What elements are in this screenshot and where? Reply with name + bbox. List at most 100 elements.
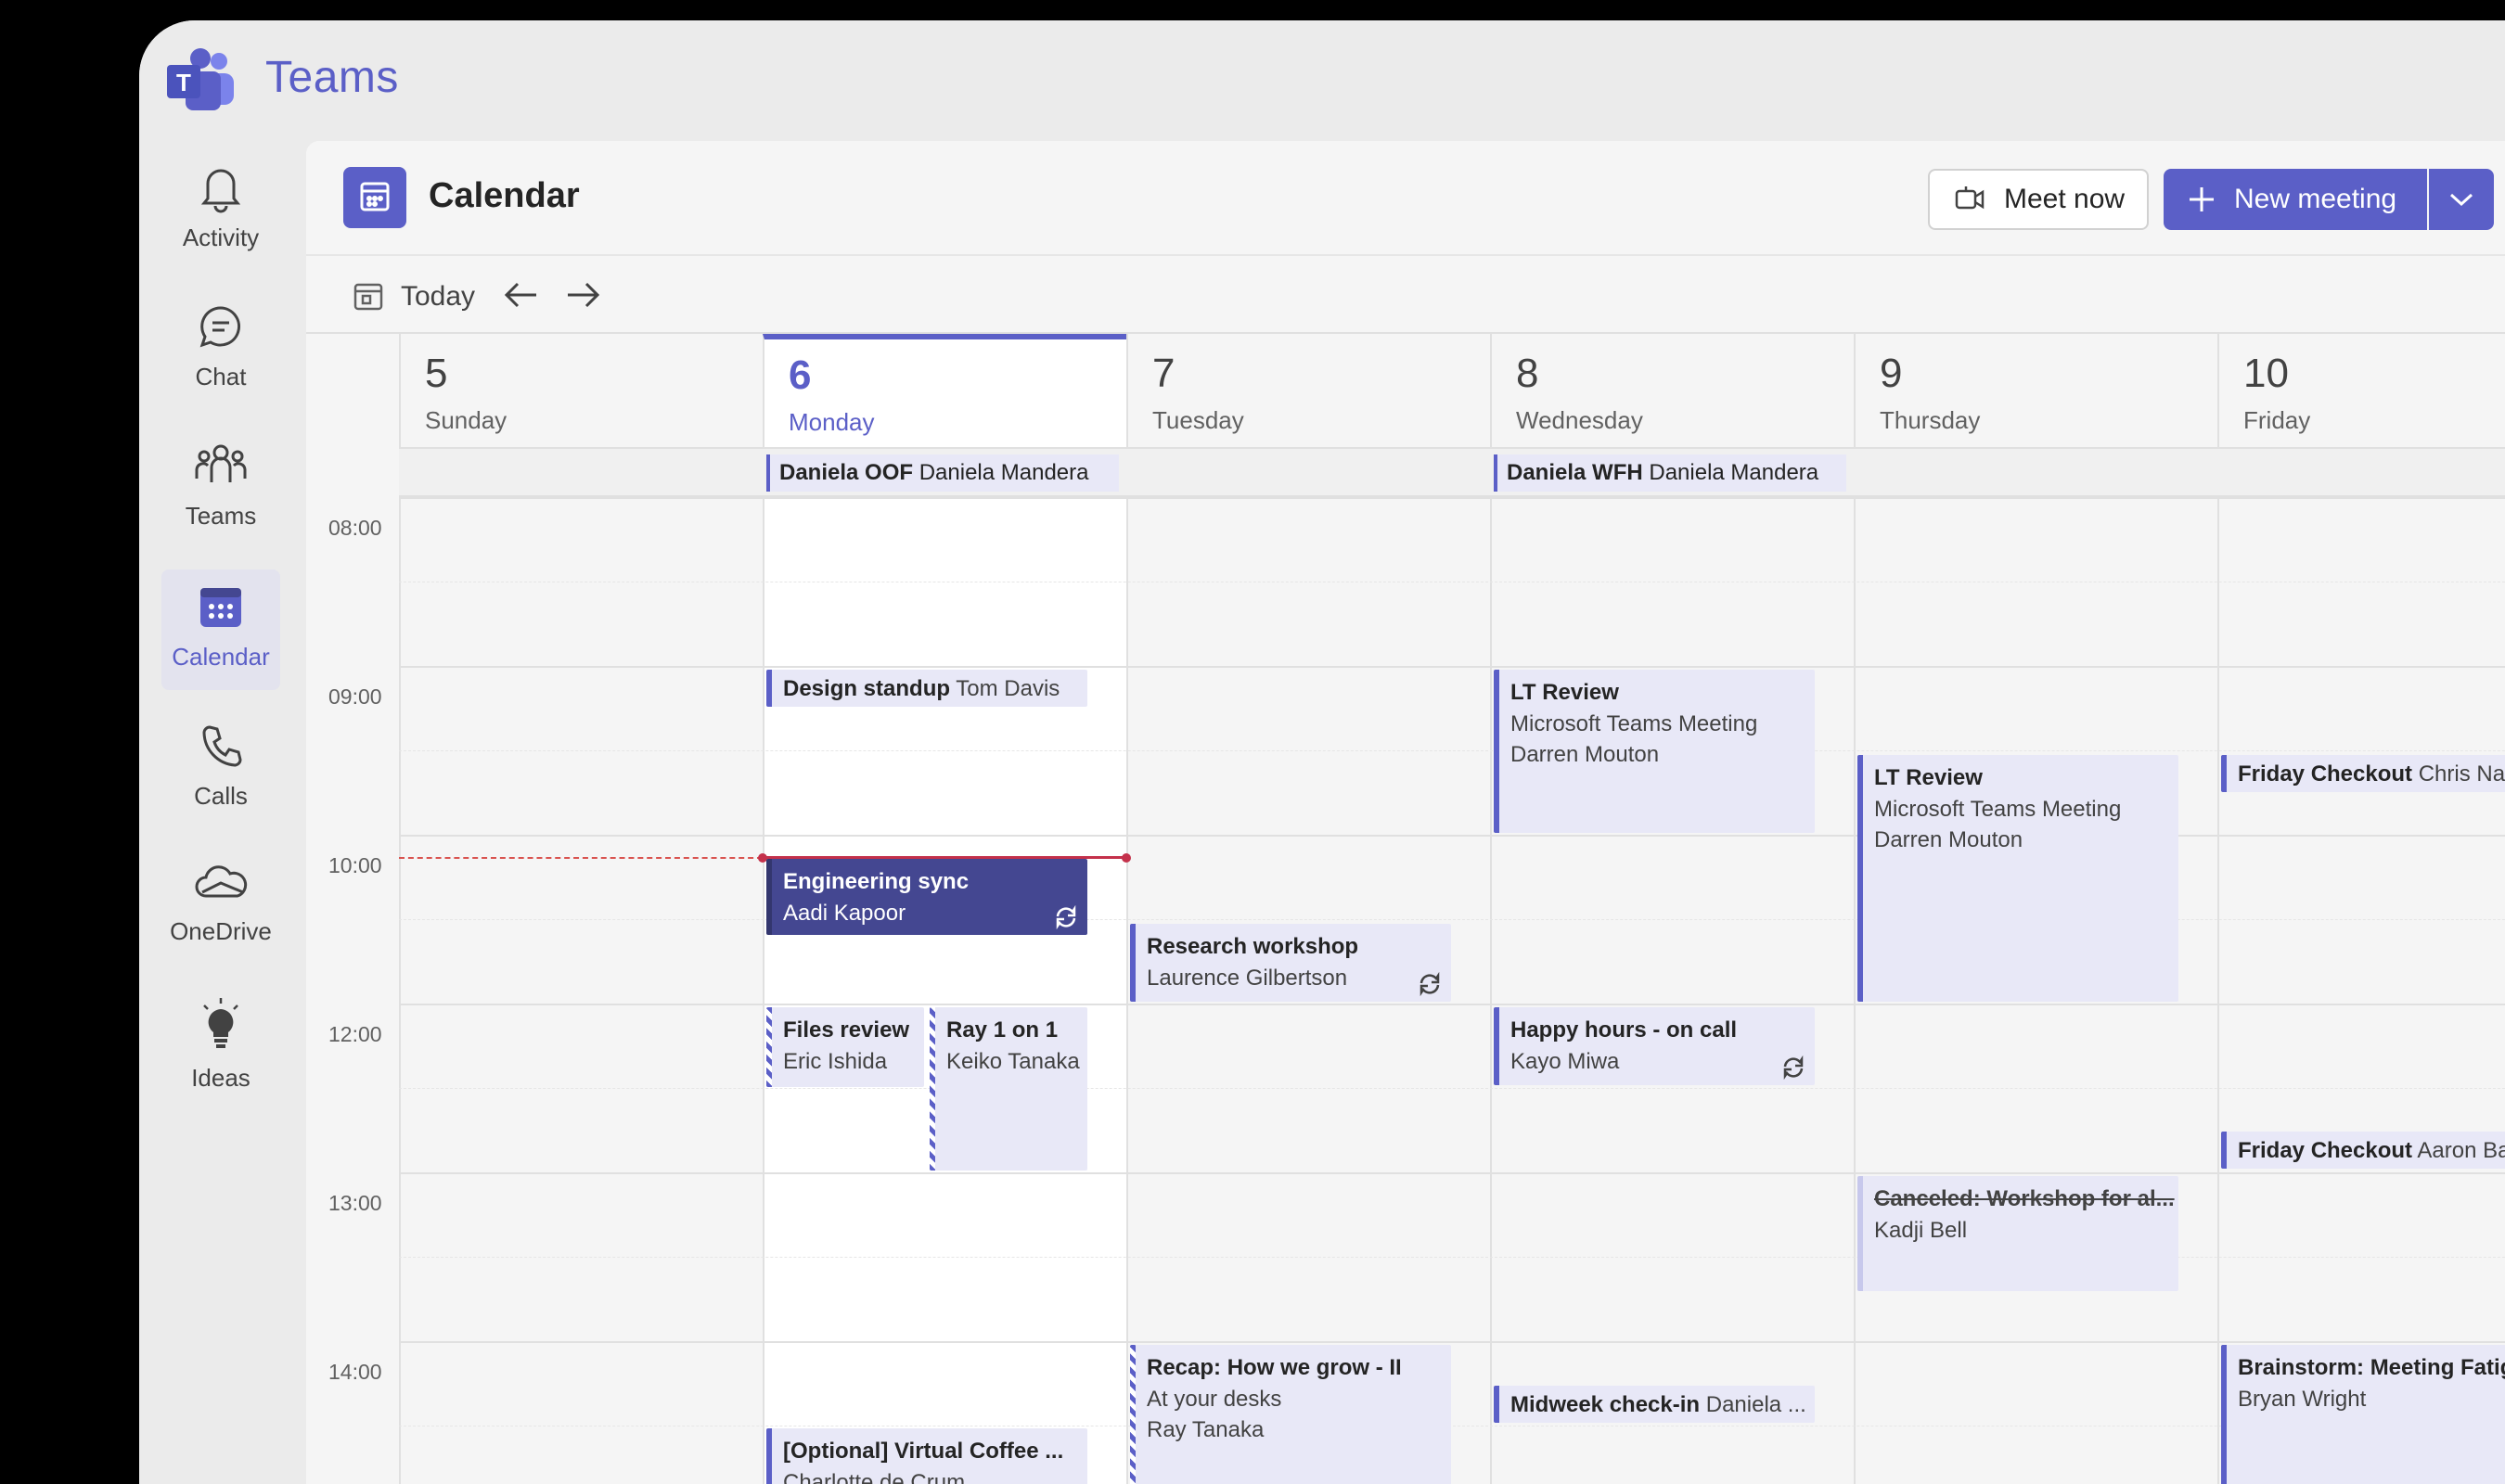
- event-organizer: Darren Mouton: [1510, 742, 1660, 768]
- event-organizer: Kayo Miwa: [1510, 1048, 1620, 1074]
- hour-line: [399, 1004, 2505, 1005]
- page-title: Calendar: [429, 176, 580, 215]
- event-canceled-workshop[interactable]: Canceled: Workshop for al... Kadji Bell: [1857, 1176, 2178, 1291]
- rail-item-teams[interactable]: Teams: [139, 429, 302, 549]
- chat-icon: [199, 306, 240, 348]
- event-virtual-coffee[interactable]: [Optional] Virtual Coffee ... Charlotte …: [766, 1428, 1087, 1484]
- event-engineering-sync[interactable]: Engineering sync Aadi Kapoor: [766, 859, 1087, 935]
- day-header-today[interactable]: 6 Monday: [763, 334, 1126, 449]
- today-button[interactable]: Today: [353, 276, 475, 317]
- new-meeting-dropdown[interactable]: [2429, 169, 2494, 230]
- event-organizer: Darren Mouton: [1874, 827, 2023, 853]
- event-organizer: Keiko Tanaka: [946, 1048, 1080, 1074]
- all-day-event[interactable]: Daniela OOF Daniela Mandera: [766, 454, 1119, 492]
- day-header[interactable]: 10 Friday: [2217, 334, 2505, 449]
- chevron-down-icon: [2449, 193, 2473, 207]
- video-camera-icon: [1955, 186, 1985, 210]
- teams-window: T Teams Activity Chat Teams Calendar Cal…: [139, 20, 2505, 1484]
- event-title: Daniela OOF: [779, 460, 914, 485]
- day-header[interactable]: 7 Tuesday: [1126, 334, 1490, 449]
- rail-item-activity[interactable]: Activity: [139, 150, 302, 271]
- event-design-standup[interactable]: Design standup Tom Davis: [766, 670, 1087, 707]
- rail-item-ideas[interactable]: Ideas: [139, 983, 302, 1104]
- event-title: Research workshop: [1147, 934, 1359, 959]
- app-title: Teams: [265, 53, 399, 102]
- day-header[interactable]: 8 Wednesday: [1490, 334, 1854, 449]
- recurring-icon: [1420, 972, 1440, 996]
- event-title: Friday Checkout: [2238, 1138, 2413, 1163]
- current-time-dot: [1122, 853, 1131, 863]
- event-location: Microsoft Teams Meeting: [1510, 710, 1758, 736]
- half-hour-line: [399, 1088, 2505, 1089]
- day-column-sunday[interactable]: [399, 497, 763, 1484]
- arrow-right-icon[interactable]: [562, 275, 603, 315]
- day-number: 5: [425, 351, 448, 396]
- event-title: [Optional] Virtual Coffee ...: [783, 1439, 1064, 1464]
- day-number: 8: [1516, 351, 1539, 396]
- half-hour-line: [399, 1257, 2505, 1258]
- half-hour-line: [399, 750, 2505, 751]
- hour-line: [399, 1172, 2505, 1174]
- day-column-wednesday[interactable]: [1490, 497, 1854, 1484]
- event-organizer: Chris Na: [2418, 761, 2505, 787]
- rail-label-onedrive: OneDrive: [170, 917, 272, 945]
- event-recap-how-we-grow[interactable]: Recap: How we grow - II At your desks Ra…: [1130, 1345, 1451, 1484]
- event-title: Ray 1 on 1: [946, 1017, 1059, 1043]
- calendar-main: Calendar Meet now New meeting Today 5 Su…: [306, 141, 2505, 1484]
- event-midweek-check-in[interactable]: Midweek check-in Daniela ...: [1494, 1386, 1815, 1423]
- day-header[interactable]: 9 Thursday: [1854, 334, 2217, 449]
- rail-label-activity: Activity: [182, 224, 260, 251]
- day-name: Thursday: [1880, 406, 1981, 434]
- time-label: 09:00: [328, 684, 382, 709]
- event-files-review[interactable]: Files review Eric Ishida: [766, 1007, 924, 1087]
- event-happy-hours[interactable]: Happy hours - on call Kayo Miwa: [1494, 1007, 1815, 1085]
- event-organizer: Laurence Gilbertson: [1147, 965, 1348, 991]
- meet-now-button[interactable]: Meet now: [1928, 169, 2149, 230]
- day-header[interactable]: 5 Sunday: [399, 334, 763, 449]
- event-title: Engineering sync: [783, 869, 970, 894]
- new-meeting-label: New meeting: [2234, 184, 2397, 214]
- rail-item-chat[interactable]: Chat: [139, 289, 302, 410]
- today-label: Today: [401, 281, 476, 312]
- rail-label-chat: Chat: [195, 363, 247, 390]
- rail-item-calls[interactable]: Calls: [139, 709, 302, 829]
- calendar-today-icon: [353, 283, 383, 311]
- event-lt-review[interactable]: LT Review Microsoft Teams Meeting Darren…: [1857, 755, 2178, 1002]
- recurring-icon: [1056, 905, 1076, 929]
- event-friday-checkout[interactable]: Friday Checkout Aaron Ba: [2221, 1132, 2505, 1169]
- event-organizer: Daniela Mandera: [918, 460, 1089, 485]
- current-time-line: [399, 857, 763, 859]
- rail-item-calendar[interactable]: Calendar: [139, 569, 302, 690]
- all-day-event[interactable]: Daniela WFH Daniela Mandera: [1494, 454, 1846, 492]
- event-brainstorm[interactable]: Brainstorm: Meeting Fatig Bryan Wright: [2221, 1345, 2505, 1484]
- teams-logo-icon: T: [167, 48, 234, 110]
- event-lt-review[interactable]: LT Review Microsoft Teams Meeting Darren…: [1494, 670, 1815, 833]
- bell-icon: [200, 169, 241, 213]
- arrow-left-icon[interactable]: [501, 275, 542, 315]
- app-rail: Activity Chat Teams Calendar Calls OneDr…: [139, 141, 302, 1484]
- day-name: Sunday: [425, 406, 507, 434]
- all-day-row: [399, 449, 2505, 497]
- event-title: Daniela WFH: [1507, 460, 1643, 485]
- day-column-friday[interactable]: [2217, 497, 2505, 1484]
- title-bar: T Teams: [139, 20, 2505, 141]
- calendar-app-icon: [343, 167, 406, 228]
- event-title: LT Review: [1510, 680, 1619, 705]
- event-ray-1on1[interactable]: Ray 1 on 1 Keiko Tanaka: [930, 1007, 1087, 1171]
- event-title: Happy hours - on call: [1510, 1017, 1738, 1043]
- time-label: 14:00: [328, 1360, 382, 1384]
- event-organizer: Kadji Bell: [1874, 1217, 1968, 1243]
- rail-label-teams: Teams: [185, 502, 257, 530]
- event-organizer: Daniela Mandera: [1649, 460, 1819, 485]
- rail-item-onedrive[interactable]: OneDrive: [139, 844, 302, 965]
- hour-line: [399, 1341, 2505, 1343]
- meet-now-label: Meet now: [2004, 184, 2126, 214]
- event-research-workshop[interactable]: Research workshop Laurence Gilbertson: [1130, 924, 1451, 1002]
- event-friday-checkout[interactable]: Friday Checkout Chris Na: [2221, 755, 2505, 792]
- new-meeting-button[interactable]: New meeting: [2164, 169, 2427, 230]
- event-title: Recap: How we grow - II: [1147, 1355, 1402, 1380]
- day-name: Monday: [789, 408, 875, 436]
- half-hour-line: [399, 919, 2505, 920]
- rail-label-calendar: Calendar: [172, 643, 270, 671]
- day-column-monday[interactable]: [763, 497, 1126, 1484]
